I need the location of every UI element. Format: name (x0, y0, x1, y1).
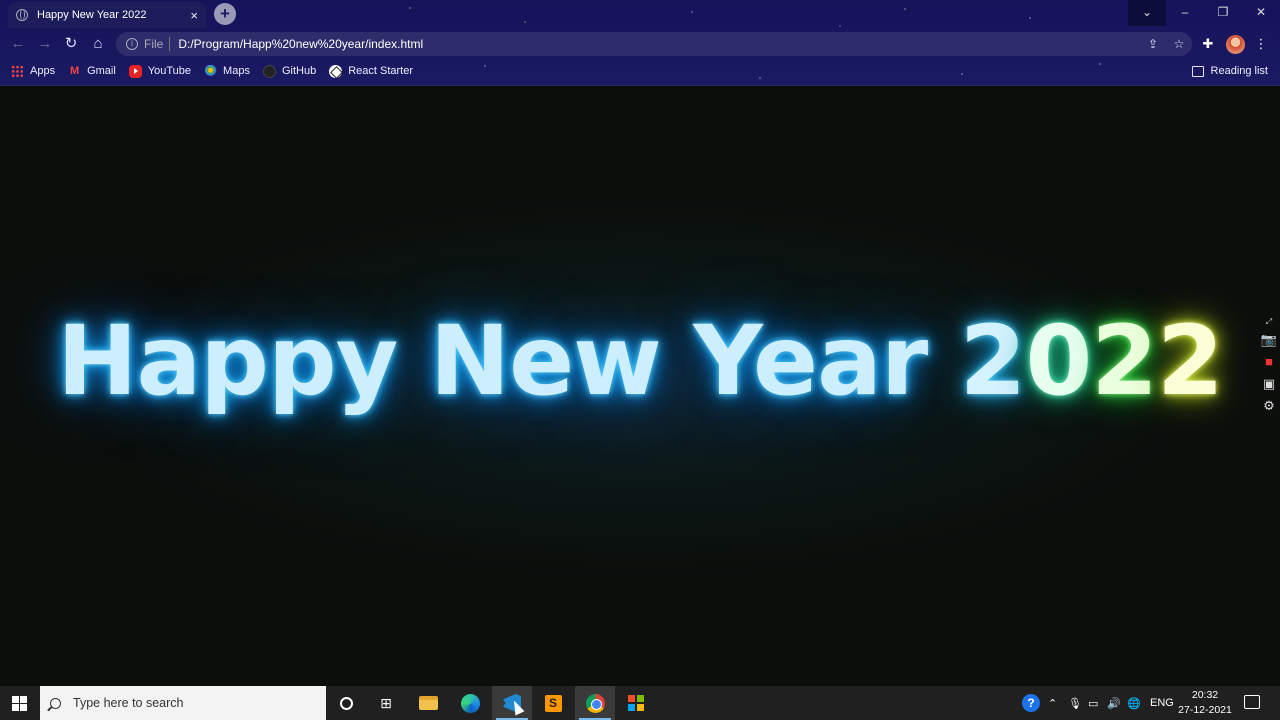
tab-title: Happy New Year 2022 (37, 9, 147, 21)
greeting-words: Happy New Year (57, 305, 928, 417)
address-url[interactable]: D:/Program/Happ%20new%20year/index.html (178, 37, 1140, 51)
browser-chrome: Happy New Year 2022 × + ⌄ – ❐ ✕ ← → ↻ ⌂ … (0, 0, 1280, 86)
globe-icon (16, 9, 28, 21)
tab-search-dropdown-icon[interactable]: ⌄ (1128, 0, 1166, 26)
bookmark-label: Gmail (87, 65, 116, 77)
notification-center-icon[interactable] (1244, 695, 1260, 709)
microsoft-app-icon (628, 695, 644, 711)
address-scheme: File (144, 37, 164, 51)
chrome-button[interactable] (575, 686, 615, 720)
search-placeholder: Type here to search (73, 696, 184, 710)
edge-browser-button[interactable] (450, 686, 490, 720)
bookmark-maps[interactable]: Maps (204, 64, 250, 78)
bookmark-react-starter[interactable]: React Starter (329, 64, 414, 78)
screen-recorder-toolbar: ⤢ 📷 ■ ▣ ⚙ (1258, 317, 1280, 415)
search-icon (50, 697, 61, 709)
minimize-button[interactable]: – (1166, 0, 1204, 26)
year-digit: 0 (1025, 305, 1092, 417)
bookmarks-bar: Apps M Gmail YouTube Maps GitHub React S… (0, 60, 1280, 82)
home-icon[interactable]: ⌂ (87, 33, 109, 55)
bookmark-gmail[interactable]: M Gmail (68, 65, 116, 78)
forward-arrow-icon[interactable]: → (34, 33, 56, 55)
close-window-button[interactable]: ✕ (1242, 0, 1280, 26)
chrome-icon (585, 693, 605, 713)
language-indicator[interactable]: ENG (1150, 686, 1174, 720)
windows-start-icon[interactable] (12, 696, 27, 711)
expand-icon[interactable]: ⤢ (1264, 317, 1274, 327)
camera-icon[interactable]: 📷 (1260, 331, 1278, 349)
page-viewport: Happy New Year 2022 ⤢ 📷 ■ ▣ ⚙ (0, 87, 1280, 686)
tab-close-icon[interactable]: × (190, 8, 198, 23)
bookmark-github[interactable]: GitHub (262, 64, 317, 78)
restore-button[interactable]: ❐ (1204, 0, 1242, 26)
gmail-icon: M (69, 64, 80, 77)
file-explorer-button[interactable] (408, 686, 448, 720)
reading-list-icon (1191, 65, 1204, 77)
maps-icon (204, 64, 218, 78)
bookmark-label: GitHub (281, 65, 317, 77)
bookmark-star-icon[interactable]: ☆ (1166, 37, 1192, 51)
microphone-icon[interactable]: 🎙 (1068, 686, 1082, 720)
cortana-icon (339, 696, 353, 710)
address-bar[interactable]: i File D:/Program/Happ%20new%20year/inde… (116, 32, 1192, 56)
react-starter-icon (329, 64, 343, 78)
volume-icon[interactable]: 🔊 (1107, 686, 1121, 720)
edge-icon (460, 693, 480, 713)
extensions-puzzle-icon[interactable]: ✚ (1197, 33, 1219, 55)
bookmark-label: React Starter (348, 65, 414, 77)
taskbar-search-box[interactable]: Type here to search (40, 686, 326, 720)
reading-list-label: Reading list (1210, 65, 1268, 77)
gallery-icon[interactable]: ▣ (1260, 375, 1278, 393)
apps-grid-icon (11, 64, 24, 78)
settings-gear-icon[interactable]: ⚙ (1260, 397, 1278, 415)
clock-date: 27-12-2021 (1178, 704, 1232, 716)
share-icon[interactable]: ⇪ (1140, 37, 1166, 51)
greeting-year: 2022 (959, 305, 1224, 417)
bookmark-label: Maps (223, 65, 250, 77)
help-question-icon: ? (1022, 694, 1040, 712)
year-digit: 2 (1157, 305, 1224, 417)
taskbar-clock[interactable]: 20:32 27-12-2021 (1172, 688, 1238, 718)
profile-avatar[interactable] (1226, 35, 1245, 54)
show-hidden-icons-icon[interactable]: ⌃ (1048, 686, 1057, 720)
site-info-icon[interactable]: i (126, 38, 138, 50)
youtube-icon (128, 64, 142, 78)
year-digit: 2 (1091, 305, 1158, 417)
network-globe-icon[interactable]: 🌐 (1127, 686, 1141, 720)
task-view-icon[interactable]: ⊞ (366, 686, 406, 720)
reading-list-button[interactable]: Reading list (1191, 60, 1268, 82)
browser-menu-icon[interactable]: ⋮ (1250, 33, 1272, 55)
back-arrow-icon[interactable]: ← (7, 33, 29, 55)
sublime-text-button[interactable]: S (533, 686, 573, 720)
clock-time: 20:32 (1191, 689, 1219, 701)
new-year-greeting: Happy New Year 2022 (0, 305, 1280, 417)
help-button[interactable]: ? (1022, 686, 1040, 720)
sublime-text-icon: S (544, 694, 562, 712)
folder-icon (418, 696, 438, 710)
bookmark-apps[interactable]: Apps (11, 64, 56, 78)
year-digit: 2 (959, 305, 1027, 417)
cortana-button[interactable] (326, 686, 366, 720)
browser-tab[interactable]: Happy New Year 2022 × (8, 2, 206, 28)
battery-icon[interactable]: ▭ (1088, 686, 1098, 720)
bookmark-label: YouTube (147, 65, 192, 77)
browser-toolbar: ← → ↻ ⌂ i File D:/Program/Happ%20new%20y… (0, 30, 1280, 58)
windows-taskbar: Type here to search ⊞ S ? ⌃ 🎙 ▭ 🔊 🌐 ENG … (0, 686, 1280, 720)
new-tab-button[interactable]: + (214, 3, 236, 25)
address-separator (169, 37, 171, 51)
record-video-icon[interactable]: ■ (1260, 353, 1278, 371)
bookmark-label: Apps (30, 65, 56, 77)
bookmark-youtube[interactable]: YouTube (128, 64, 192, 78)
ms-app-button[interactable] (616, 686, 656, 720)
github-icon (262, 64, 276, 78)
reload-icon[interactable]: ↻ (60, 33, 82, 55)
